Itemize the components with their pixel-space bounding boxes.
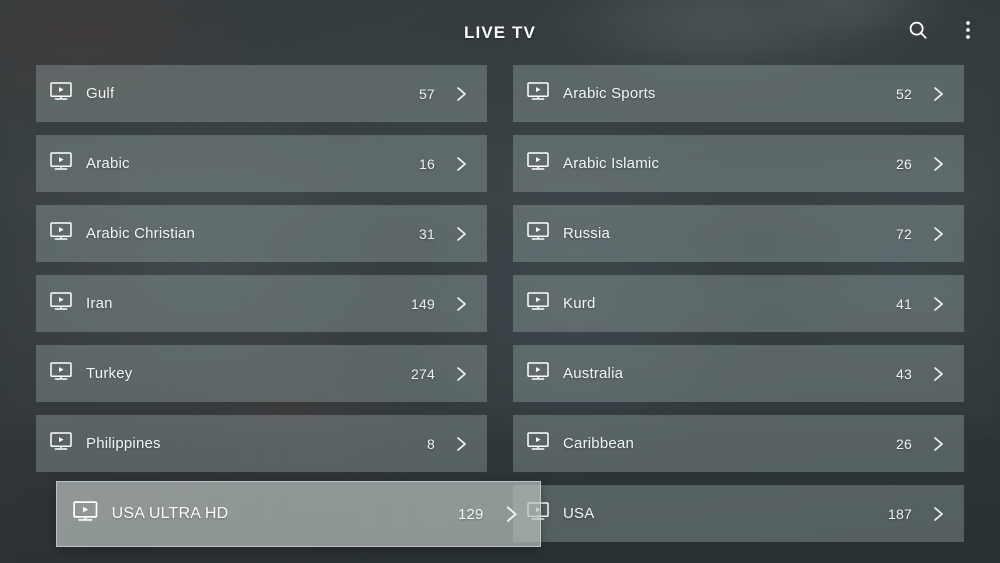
category-label: Arabic Christian	[86, 225, 196, 242]
category-row-host: USA ULTRA HD 129USA ULTRA HD 129	[36, 481, 541, 547]
category-label: Caribbean	[563, 435, 635, 452]
category-label: USA ULTRA HD	[111, 505, 229, 522]
chevron-right-icon	[928, 294, 948, 314]
category-label: USA	[563, 505, 595, 522]
category-row-selected[interactable]: USA ULTRA HD 129	[56, 481, 541, 547]
tv-play-icon	[50, 221, 72, 246]
chevron-right-icon	[451, 84, 471, 104]
tv-play-icon	[50, 291, 72, 316]
category-row[interactable]: Australia 43	[513, 345, 964, 402]
category-row[interactable]: Arabic Sports 52	[513, 65, 964, 122]
chevron-right-icon	[500, 503, 522, 525]
chevron-right-icon	[451, 154, 471, 174]
category-row[interactable]: Iran 149	[36, 275, 487, 332]
tv-play-icon	[527, 221, 549, 246]
category-row[interactable]: Arabic Christian 31	[36, 205, 487, 262]
tv-play-icon	[50, 431, 72, 456]
chevron-right-icon	[451, 434, 471, 454]
channel-count: 41	[896, 295, 912, 312]
category-label: Arabic	[86, 155, 130, 172]
channel-count: 43	[896, 365, 912, 382]
category-row[interactable]: Gulf 57	[36, 65, 487, 122]
chevron-right-icon	[928, 504, 948, 524]
channel-count: 57	[419, 85, 435, 102]
chevron-right-icon	[451, 224, 471, 244]
more-vertical-icon	[958, 19, 978, 46]
channel-count: 31	[419, 225, 435, 242]
category-row[interactable]: Arabic 16	[36, 135, 487, 192]
category-row[interactable]: USA 187	[513, 485, 964, 542]
chevron-right-icon	[451, 294, 471, 314]
category-label: Kurd	[563, 295, 596, 312]
category-label: Iran	[86, 295, 113, 312]
channel-count: 129	[457, 505, 484, 523]
category-grid: Gulf 57 Arabic Sports 52 Arabic 16 Arabic Isla…	[0, 65, 1000, 547]
chevron-right-icon	[451, 364, 471, 384]
category-row[interactable]: Philippines 8	[36, 415, 487, 472]
chevron-right-icon	[928, 224, 948, 244]
search-icon	[907, 19, 929, 46]
channel-count: 26	[896, 435, 912, 452]
channel-count: 72	[896, 225, 912, 242]
tv-play-icon	[527, 291, 549, 316]
chevron-right-icon	[928, 84, 948, 104]
tv-play-icon	[527, 431, 549, 456]
channel-count: 274	[411, 365, 435, 382]
category-row[interactable]: Russia 72	[513, 205, 964, 262]
category-label: Philippines	[86, 435, 161, 452]
page-title: LIVE TV	[464, 22, 536, 42]
category-row[interactable]: Arabic Islamic 26	[513, 135, 964, 192]
chevron-right-icon	[928, 364, 948, 384]
tv-play-icon	[50, 81, 72, 106]
category-label: Turkey	[86, 365, 133, 382]
category-row[interactable]: Caribbean 26	[513, 415, 964, 472]
tv-play-icon	[527, 361, 549, 386]
channel-count: 149	[411, 295, 435, 312]
chevron-right-icon	[928, 154, 948, 174]
tv-play-icon	[73, 501, 98, 527]
category-label: Arabic Islamic	[563, 155, 660, 172]
tv-play-icon	[50, 361, 72, 386]
channel-count: 52	[896, 85, 912, 102]
channel-count: 26	[896, 155, 912, 172]
category-label: Australia	[563, 365, 624, 382]
tv-play-icon	[50, 151, 72, 176]
category-row[interactable]: Kurd 41	[513, 275, 964, 332]
category-label: Gulf	[86, 85, 115, 102]
channel-count: 187	[888, 505, 912, 522]
category-label: Arabic Sports	[563, 85, 656, 102]
category-row[interactable]: Turkey 274	[36, 345, 487, 402]
overflow-menu-button[interactable]	[950, 15, 986, 51]
app-header: LIVE TV	[0, 0, 1000, 65]
live-tv-screen: LIVE TV Gulf 57 Arabic Sports 52 Arabic …	[0, 0, 1000, 563]
header-actions	[900, 0, 986, 65]
tv-play-icon	[527, 81, 549, 106]
channel-count: 8	[427, 435, 435, 452]
channel-count: 16	[419, 155, 435, 172]
category-label: Russia	[563, 225, 611, 242]
tv-play-icon	[527, 151, 549, 176]
search-button[interactable]	[900, 15, 936, 51]
chevron-right-icon	[928, 434, 948, 454]
